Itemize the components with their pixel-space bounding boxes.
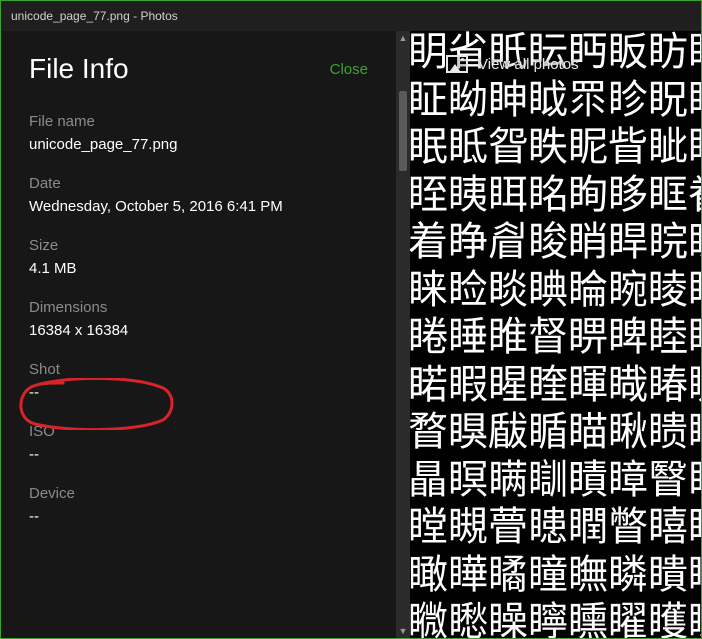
field-device: Device --	[29, 485, 368, 525]
main-area: File Info Close File name unicode_page_7…	[1, 31, 701, 638]
panel-title: File Info	[29, 53, 129, 85]
field-value: --	[29, 446, 368, 463]
field-label: File name	[29, 113, 368, 130]
panel-header: File Info Close	[29, 53, 368, 85]
window-titlebar[interactable]: unicode_page_77.png - Photos	[1, 1, 701, 31]
field-date: Date Wednesday, October 5, 2016 6:41 PM	[29, 175, 368, 215]
field-size: Size 4.1 MB	[29, 237, 368, 277]
glyph-row: 眰眱眲眳眴眵眶眷	[410, 168, 701, 216]
glyph-row: 瞰瞱瞲瞳瞴瞵瞶瞷	[410, 548, 701, 596]
vertical-scrollbar[interactable]: ▲ ▼	[396, 31, 410, 638]
scroll-down-icon[interactable]: ▼	[396, 624, 410, 638]
glyph-row: 着睁睂睃睄睅睆睇	[410, 215, 701, 263]
glyph-row: 矀矁矂矃矄矅矆矇	[410, 595, 701, 638]
glyph-row: 瞐瞑瞒瞓瞔瞕瞖瞗	[410, 453, 701, 501]
file-info-panel: File Info Close File name unicode_page_7…	[1, 31, 396, 638]
field-iso: ISO --	[29, 423, 368, 463]
image-preview: ▲ ▼ 眀省眂眃眄眅眆眇眐眑眒眓眔眕眖眗眠眡眢眣眤眥眦眧眰眱眲眳眴眵眶眷着睁睂睃…	[396, 31, 701, 638]
field-value: --	[29, 384, 368, 401]
field-value: Wednesday, October 5, 2016 6:41 PM	[29, 198, 368, 215]
view-all-label: View all photos	[478, 56, 579, 73]
field-dimensions: Dimensions 16384 x 16384	[29, 299, 368, 339]
glyph-row: 睠睡睢督睤睥睦睧	[410, 310, 701, 358]
field-value: 4.1 MB	[29, 260, 368, 277]
glyph-row: 眠眡眢眣眤眥眦眧	[410, 120, 701, 168]
glyph-row: 瞠瞡瞢瞣瞤瞥瞦瞧	[410, 500, 701, 548]
field-label: ISO	[29, 423, 368, 440]
field-filename: File name unicode_page_77.png	[29, 113, 368, 153]
window-title: unicode_page_77.png - Photos	[11, 9, 178, 23]
field-label: Size	[29, 237, 368, 254]
field-label: Shot	[29, 361, 368, 378]
field-value: --	[29, 508, 368, 525]
close-button[interactable]: Close	[330, 61, 368, 78]
photos-window: unicode_page_77.png - Photos File Info C…	[0, 0, 702, 639]
field-value: 16384 x 16384	[29, 322, 368, 339]
glyph-grid: 眀省眂眃眄眅眆眇眐眑眒眓眔眕眖眗眠眡眢眣眤眥眦眧眰眱眲眳眴眵眶眷着睁睂睃睄睅睆睇…	[410, 31, 701, 638]
photo-icon	[446, 55, 468, 73]
image-content[interactable]: 眀省眂眃眄眅眆眇眐眑眒眓眔眕眖眗眠眡眢眣眤眥眦眧眰眱眲眳眴眵眶眷着睁睂睃睄睅睆睇…	[410, 31, 701, 638]
field-value: unicode_page_77.png	[29, 136, 368, 153]
glyph-row: 睐睑睒睓睔睕睖睗	[410, 263, 701, 311]
scroll-up-icon[interactable]: ▲	[396, 31, 410, 45]
field-label: Dimensions	[29, 299, 368, 316]
field-label: Device	[29, 485, 368, 502]
view-all-photos-button[interactable]: View all photos	[446, 55, 579, 73]
glyph-row: 睰睱睲睳睴睵睶睷	[410, 358, 701, 406]
field-label: Date	[29, 175, 368, 192]
glyph-row: 眐眑眒眓眔眕眖眗	[410, 73, 701, 121]
scroll-thumb[interactable]	[399, 91, 407, 171]
glyph-row: 瞀瞁瞂瞃瞄瞅瞆瞇	[410, 405, 701, 453]
field-shot: Shot --	[29, 361, 368, 401]
